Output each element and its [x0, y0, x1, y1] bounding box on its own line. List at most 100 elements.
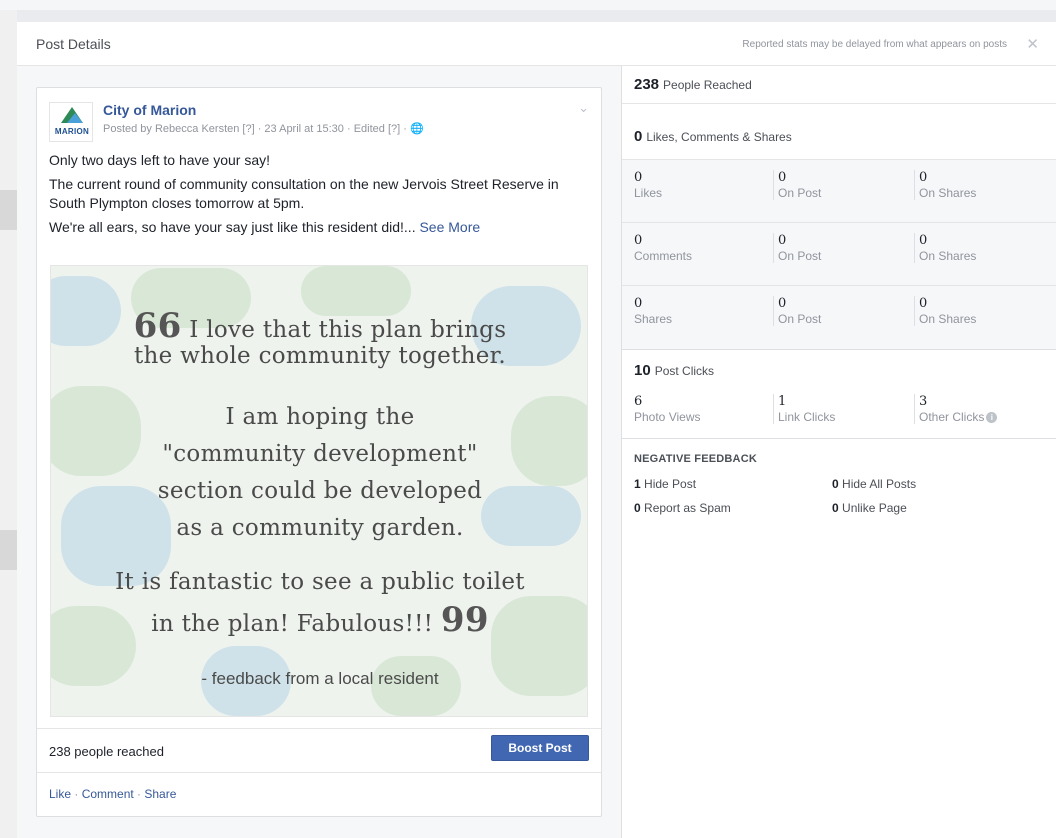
- dialog-header: Post Details Reported stats may be delay…: [17, 22, 1056, 66]
- info-icon[interactable]: i: [986, 412, 998, 424]
- post-clicks-label: Post Clicks: [654, 364, 715, 378]
- stat-value: 6: [634, 394, 643, 409]
- comments-on-shares: 0 On Shares: [914, 233, 976, 263]
- stats-delay-note: Reported stats may be delayed from what …: [742, 39, 1007, 50]
- likes-row: 0 Likes 0 On Post 0 On Shares: [622, 160, 1056, 223]
- quote-line: "community development": [162, 441, 478, 467]
- negative-feedback-section: NEGATIVE FEEDBACK 1 Hide Post 0 Hide All…: [622, 439, 1056, 559]
- stat-value: 0: [778, 170, 787, 185]
- share-link[interactable]: Share: [144, 787, 176, 801]
- engagement-value: 0: [634, 128, 643, 145]
- shares-row: 0 Shares 0 On Post 0 On Shares: [622, 286, 1056, 349]
- dialog-body: MARION City of Marion Posted by Rebecca …: [17, 66, 1056, 838]
- engagement-breakdown: 0 Likes 0 On Post 0 On Shares 0 Comments 0 On…: [622, 160, 1056, 350]
- people-reached-stat: 238 People Reached: [622, 66, 1056, 104]
- comments-on-post: 0 On Post: [773, 233, 821, 263]
- hide-all-posts-stat: 0 Hide All Posts: [832, 477, 916, 491]
- like-link[interactable]: Like: [49, 787, 71, 801]
- page-avatar[interactable]: MARION: [49, 102, 93, 142]
- hide-post-stat: 1 Hide Post: [634, 477, 696, 491]
- stat-value: 0: [634, 170, 643, 185]
- stat-label: Link Clicks: [778, 410, 836, 424]
- post-header: MARION City of Marion Posted by Rebecca …: [49, 100, 589, 144]
- engagement-row: 0 Likes, Comments & Shares: [634, 128, 792, 145]
- quote-line-text: I love that this plan brings: [189, 317, 507, 343]
- stat-value: 0: [919, 233, 928, 248]
- people-reached-label: People Reached: [663, 78, 752, 92]
- stat-value: 0: [832, 501, 839, 515]
- stat-label: Shares: [634, 312, 673, 326]
- post-text-line: The current round of community consultat…: [49, 176, 559, 211]
- stat-label: Other Clicks i: [919, 410, 998, 424]
- report-spam-stat: 0 Report as Spam: [634, 501, 731, 515]
- shares-on-shares: 0 On Shares: [914, 296, 976, 326]
- action-separator: ·: [133, 787, 145, 801]
- comment-link[interactable]: Comment: [82, 787, 134, 801]
- see-more-link[interactable]: See More: [419, 219, 480, 235]
- comments-total: 0 Comments: [634, 233, 692, 263]
- post-image[interactable]: 66 I love that this plan brings the whol…: [50, 265, 588, 717]
- quote-line: section could be developed: [157, 478, 483, 504]
- other-clicks-label: Other Clicks: [919, 410, 985, 424]
- open-quote-mark: 66: [133, 306, 182, 346]
- post-details-dialog: Post Details Reported stats may be delay…: [17, 22, 1056, 838]
- post-stats-pane: 238 People Reached 0 Likes, Comments & Sha…: [621, 66, 1056, 838]
- engagement-stat: 0 Likes, Comments & Shares: [622, 104, 1056, 160]
- post-clicks-row: 10 Post Clicks: [634, 362, 714, 379]
- likes-total: 0 Likes: [634, 170, 662, 200]
- other-clicks: 3 Other Clicks i: [914, 394, 998, 424]
- people-reached-text: 238 people reached: [49, 744, 164, 759]
- quote-line: the whole community together.: [133, 343, 507, 369]
- post-text-line: We're all ears, so have your say just li…: [49, 218, 589, 237]
- stat-value: 0: [919, 296, 928, 311]
- people-reached-row: 238 People Reached: [634, 76, 752, 93]
- likes-on-post: 0 On Post: [773, 170, 821, 200]
- stat-value: 1: [778, 394, 787, 409]
- boost-post-button[interactable]: Boost Post: [491, 735, 589, 761]
- backdrop-stripe: [0, 190, 17, 230]
- post-clicks-section: 10 Post Clicks 6 Photo Views 1 Link Clicks …: [622, 350, 1056, 439]
- stat-value: 0: [778, 296, 787, 311]
- likes-on-shares: 0 On Shares: [914, 170, 976, 200]
- stat-label: On Post: [778, 312, 822, 326]
- post-clicks-value: 10: [634, 362, 651, 379]
- dialog-title: Post Details: [36, 36, 111, 52]
- stat-value: 0: [634, 501, 641, 515]
- post-preview-pane: MARION City of Marion Posted by Rebecca …: [17, 66, 621, 838]
- stat-label: On Post: [778, 186, 822, 200]
- engagement-label: Likes, Comments & Shares: [646, 130, 792, 144]
- chevron-down-icon[interactable]: ⌄: [578, 100, 589, 116]
- close-quote-mark: 99: [440, 600, 489, 640]
- post-actions: Like · Comment · Share: [37, 772, 601, 816]
- page-name-link[interactable]: City of Marion: [103, 102, 196, 118]
- stat-value: 0: [778, 233, 787, 248]
- stat-label: On Post: [778, 249, 822, 263]
- page-backdrop-left: [0, 10, 17, 838]
- stat-label: Unlike Page: [842, 501, 907, 515]
- close-icon[interactable]: ✕: [1026, 35, 1039, 53]
- comments-row: 0 Comments 0 On Post 0 On Shares: [622, 223, 1056, 286]
- stat-label: Likes: [634, 186, 663, 200]
- logo-triangle-icon: [67, 113, 83, 123]
- stat-label: Comments: [634, 249, 693, 263]
- post-text-line: Only two days left to have your say!: [49, 152, 270, 168]
- people-reached-value: 238: [634, 76, 660, 93]
- quote-block: 66 I love that this plan brings the whol…: [51, 266, 587, 716]
- shares-total: 0 Shares: [634, 296, 672, 326]
- logo-text: MARION: [54, 127, 90, 136]
- stat-value: 0: [919, 170, 928, 185]
- stat-label: On Shares: [919, 312, 977, 326]
- action-separator: ·: [71, 787, 82, 801]
- stat-value: 0: [634, 233, 643, 248]
- stat-label: On Shares: [919, 186, 977, 200]
- stat-label: Photo Views: [634, 410, 701, 424]
- page-backdrop-top: [0, 0, 1056, 10]
- post-text: Only two days left to have your say! The…: [49, 151, 589, 242]
- post-meta: Posted by Rebecca Kersten [?] · 23 April…: [103, 123, 424, 135]
- stat-label: On Shares: [919, 249, 977, 263]
- quote-line: It is fantastic to see a public toilet: [115, 569, 525, 595]
- stat-label: Report as Spam: [644, 501, 731, 515]
- quote-attribution: - feedback from a local resident: [201, 669, 439, 688]
- stat-label: Hide Post: [644, 477, 697, 491]
- stat-value: 0: [832, 477, 839, 491]
